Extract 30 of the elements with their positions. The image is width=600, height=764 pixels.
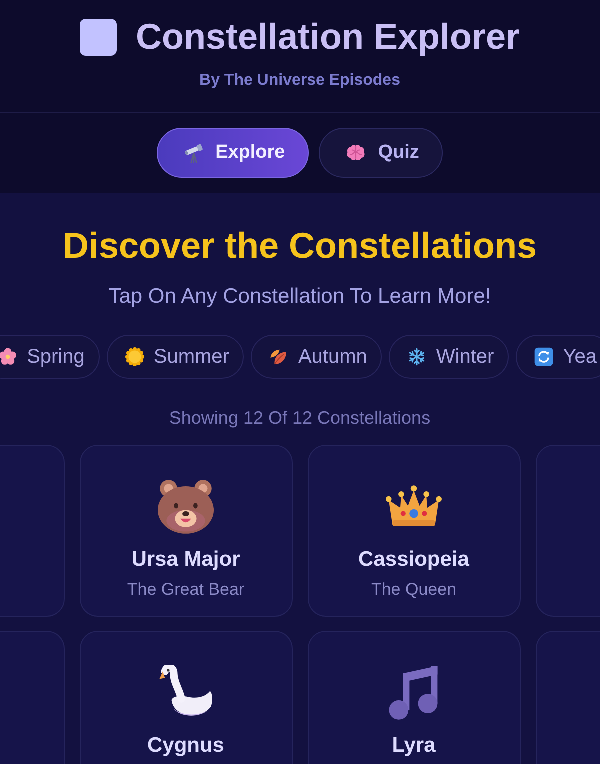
flower-icon [0,347,18,367]
season-chip[interactable]: Winter [389,335,510,379]
refresh-icon [534,347,554,367]
nav-tab[interactable]: Explore [156,128,310,178]
logo-icon [80,18,117,56]
season-chip[interactable]: Autumn [251,335,382,379]
constellation-nickname: The Great Bear [127,579,245,601]
snowflake-icon [407,347,428,367]
season-chip[interactable]: Summer [106,335,244,379]
constellation-card[interactable]: Cygnus [80,631,292,764]
constellation-card[interactable]: Lyra [308,631,520,764]
constellation-name: Cassiopeia [358,547,470,573]
constellation-name: Cygnus [147,733,224,759]
constellation-card[interactable]: Cassiopeia The Queen [308,445,520,617]
section-tagline: Tap On Any Constellation To Learn More! [108,285,492,309]
bear-icon [158,479,214,535]
constellation-card[interactable]: Ursa Major The Great Bear [80,445,292,617]
constellation-nickname: The Queen [371,579,457,601]
telescope-icon [182,142,205,164]
section-heading: Discover the Constellations [62,225,538,267]
nav-tab[interactable]: Quiz [319,128,444,178]
leaves-icon [269,347,290,367]
season-chip[interactable]: Spring [0,335,100,379]
constellation-name: Ursa Major [132,547,240,573]
sun-icon [124,347,145,367]
app-subtitle: By The Universe Episodes [198,71,402,91]
results-count: Showing 12 Of 12 Constellations [168,407,432,429]
constellation-name: Lyra [392,733,436,759]
app-title: Constellation Explorer [136,16,520,58]
season-chip[interactable]: Yea [516,335,600,379]
